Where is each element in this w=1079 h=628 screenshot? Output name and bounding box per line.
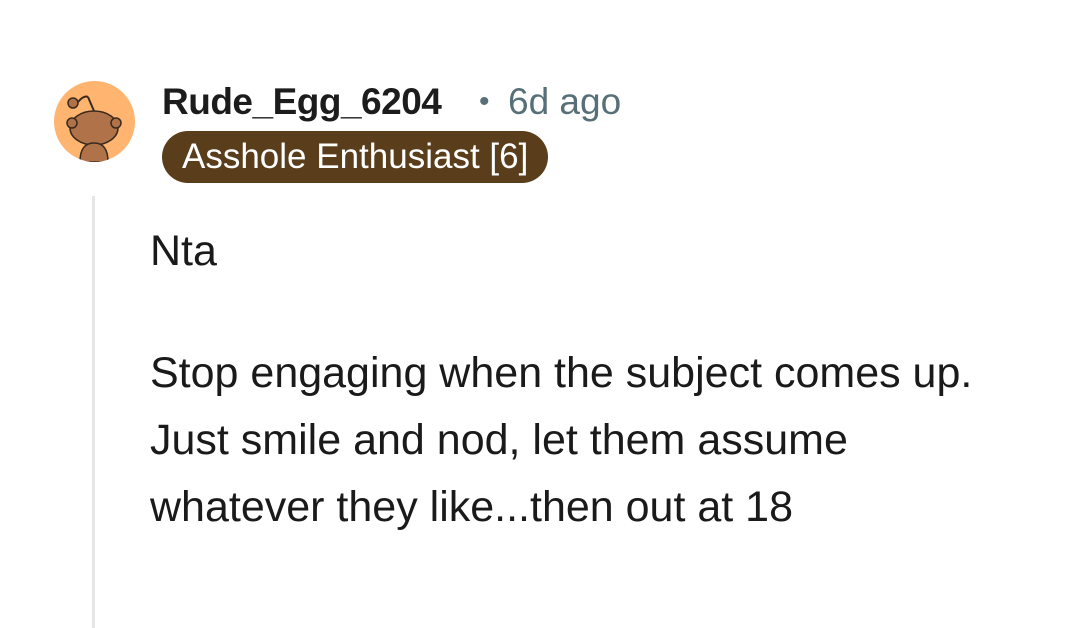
comment-timestamp[interactable]: 6d ago	[508, 80, 621, 124]
comment-paragraph: Nta	[150, 227, 217, 275]
thread-collapse-line[interactable]	[92, 196, 95, 628]
comment-body: Nta Stop engaging when the subject comes…	[150, 218, 1050, 541]
meta-separator: •	[479, 85, 490, 118]
snoo-avatar-icon	[66, 95, 122, 162]
comment-paragraph: Stop engaging when the subject comes up.…	[150, 349, 1009, 531]
author-username[interactable]: Rude_Egg_6204	[162, 80, 442, 124]
user-flair-badge: Asshole Enthusiast [6]	[162, 131, 549, 183]
avatar[interactable]	[54, 81, 135, 162]
